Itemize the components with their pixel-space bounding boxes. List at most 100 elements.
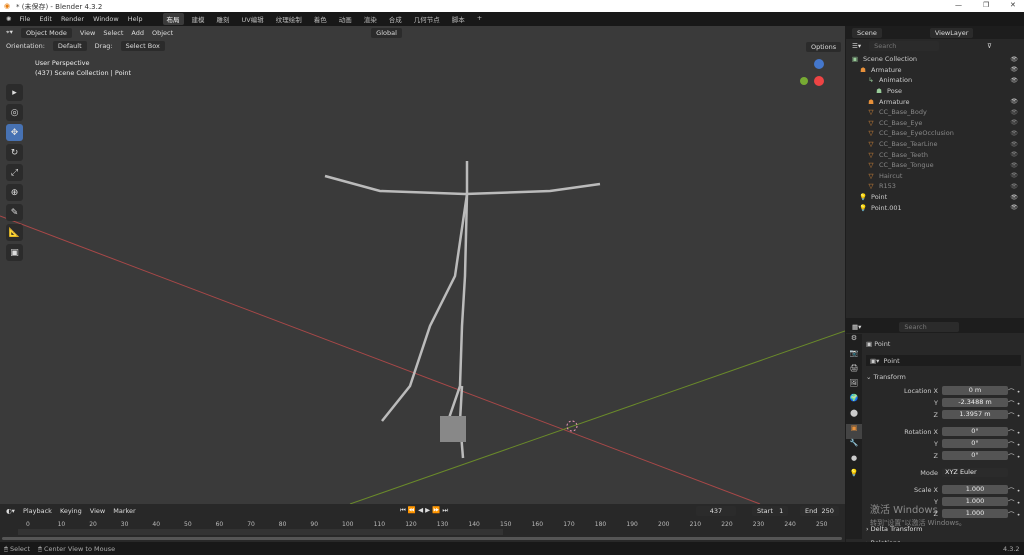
keyframe-lock-icon[interactable]: ⌒ • bbox=[1008, 427, 1020, 437]
outliner-item[interactable]: ▽ CC_Base_Eye 👁 bbox=[850, 118, 1020, 129]
visibility-eye-icon[interactable]: 👁 bbox=[1010, 66, 1018, 73]
outliner-item[interactable]: 💡 Point 👁 bbox=[850, 192, 1020, 203]
timeline-scrollbar[interactable] bbox=[2, 537, 842, 540]
transform-field-scale-y[interactable]: 1.000 bbox=[942, 497, 1008, 506]
transform-panel-header[interactable]: ⌄ Transform bbox=[866, 371, 1021, 382]
outliner-item[interactable]: ☗ Armature 👁 bbox=[850, 65, 1020, 76]
outliner-item[interactable]: ☗ Armature 👁 bbox=[850, 96, 1020, 107]
workspace-tab[interactable]: + bbox=[473, 13, 486, 25]
blender-menu-icon[interactable]: ✺ bbox=[6, 15, 11, 23]
start-frame-field[interactable]: Start 1 bbox=[752, 506, 789, 516]
playback-controls[interactable]: ⏮ ⏪ ◀ ▶ ⏩ ⏭ bbox=[400, 506, 448, 515]
timeline-editor-icon[interactable]: ◐▾ bbox=[6, 507, 15, 515]
transform-field-rotation-x[interactable]: 0° bbox=[942, 427, 1008, 436]
object-name-field[interactable]: ▣▾ Point bbox=[866, 355, 1021, 366]
visibility-eye-icon[interactable]: 👁 bbox=[1010, 183, 1018, 190]
workspace-tab[interactable]: 动画 bbox=[335, 13, 356, 25]
rotate-tool-icon[interactable]: ↻ bbox=[6, 144, 23, 161]
properties-tab-icon[interactable]: 📷 bbox=[846, 349, 862, 364]
outliner-item[interactable]: ▣ Scene Collection 👁 bbox=[850, 54, 1020, 65]
outliner-item[interactable]: ▽ Haircut 👁 bbox=[850, 171, 1020, 182]
outliner-item[interactable]: ▽ CC_Base_Body 👁 bbox=[850, 107, 1020, 118]
properties-tab-icon[interactable]: ⚙ bbox=[846, 334, 862, 349]
keyframe-lock-icon[interactable]: ⌒ • bbox=[1008, 509, 1020, 519]
workspace-tab[interactable]: 雕刻 bbox=[213, 13, 234, 25]
annotate-tool-icon[interactable]: ✎ bbox=[6, 204, 23, 221]
end-frame-field[interactable]: End 250 bbox=[800, 506, 839, 516]
properties-tab-icon[interactable]: 🖨 bbox=[846, 364, 862, 379]
workspace-tab[interactable]: 脚本 bbox=[448, 13, 469, 25]
outliner-search[interactable]: Search bbox=[869, 40, 940, 51]
outliner-item[interactable]: ▽ CC_Base_EyeOcclusion 👁 bbox=[850, 128, 1020, 139]
keyframe-lock-icon[interactable]: ⌒ • bbox=[1008, 497, 1020, 507]
visibility-eye-icon[interactable]: 👁 bbox=[1010, 98, 1018, 105]
scene-select[interactable]: Scene bbox=[852, 27, 882, 38]
visibility-eye-icon[interactable]: 👁 bbox=[1010, 151, 1018, 158]
workspace-tab[interactable]: 布局 bbox=[162, 13, 184, 25]
visibility-eye-icon[interactable]: 👁 bbox=[1010, 141, 1018, 148]
properties-tab-icon[interactable]: 💡 bbox=[846, 469, 862, 484]
transform-field-location-z[interactable]: 1.3957 m bbox=[942, 410, 1008, 419]
transform-field-scale-x[interactable]: 1.000 bbox=[942, 485, 1008, 494]
workspace-tab[interactable]: 建模 bbox=[188, 13, 209, 25]
measure-tool-icon[interactable]: 📐 bbox=[6, 224, 23, 241]
keyframe-lock-icon[interactable]: ⌒ • bbox=[1008, 451, 1020, 461]
visibility-eye-icon[interactable]: 👁 bbox=[1010, 204, 1018, 211]
outliner-item[interactable]: ▽ CC_Base_TearLine 👁 bbox=[850, 139, 1020, 150]
properties-tab-icon[interactable]: ▣ bbox=[846, 424, 862, 439]
timeline-menu-keying[interactable]: Keying bbox=[60, 507, 82, 515]
transform-field-location-x[interactable]: 0 m bbox=[942, 386, 1008, 395]
workspace-tab[interactable]: 纹理绘制 bbox=[272, 13, 306, 25]
select-tool-icon[interactable]: ▸ bbox=[6, 84, 23, 101]
workspace-tab[interactable]: UV编辑 bbox=[238, 13, 268, 25]
visibility-eye-icon[interactable]: 👁 bbox=[1010, 194, 1018, 201]
scale-tool-icon[interactable]: ⤢ bbox=[6, 164, 23, 181]
transform-field-scale-z[interactable]: 1.000 bbox=[942, 509, 1008, 518]
transform-field-rotation-z[interactable]: 0° bbox=[942, 451, 1008, 460]
display-mode-icon[interactable]: ☰▾ bbox=[852, 42, 861, 50]
outliner-item[interactable]: ▽ CC_Base_Teeth 👁 bbox=[850, 149, 1020, 160]
editor-type-icon[interactable]: ▦▾ bbox=[852, 323, 861, 331]
workspace-tab[interactable]: 合成 bbox=[385, 13, 406, 25]
keyframe-lock-icon[interactable]: ⌒ • bbox=[1008, 398, 1020, 408]
3d-viewport[interactable]: ⌖▾ Object Mode View Select Add Object Globa… bbox=[0, 26, 845, 504]
timeline-menu-view[interactable]: View bbox=[90, 507, 105, 515]
transform-field-rotation-y[interactable]: 0° bbox=[942, 439, 1008, 448]
timeline-menu-playback[interactable]: Playback bbox=[23, 507, 52, 515]
minimize-button[interactable]: — bbox=[955, 1, 962, 9]
keyframe-lock-icon[interactable]: ⌒ • bbox=[1008, 410, 1020, 420]
timeline-menu-marker[interactable]: Marker bbox=[113, 507, 135, 515]
workspace-tab[interactable]: 渲染 bbox=[360, 13, 381, 25]
transform-tool-icon[interactable]: ⊕ bbox=[6, 184, 23, 201]
properties-search[interactable]: Search bbox=[899, 321, 960, 332]
outliner-item[interactable]: 💡 Point.001 👁 bbox=[850, 202, 1020, 213]
visibility-eye-icon[interactable]: 👁 bbox=[1010, 162, 1018, 169]
workspace-tab[interactable]: 着色 bbox=[310, 13, 331, 25]
view-layer-select[interactable]: ViewLayer bbox=[929, 27, 974, 38]
properties-tab-icon[interactable]: ● bbox=[846, 454, 862, 469]
properties-tab-icon[interactable]: 🖼 bbox=[846, 379, 862, 394]
menu-edit[interactable]: Edit bbox=[39, 15, 52, 23]
close-button[interactable]: ✕ bbox=[1010, 1, 1016, 9]
keyframe-lock-icon[interactable]: ⌒ • bbox=[1008, 485, 1020, 495]
properties-tab-icon[interactable]: 🔧 bbox=[846, 439, 862, 454]
outliner-item[interactable]: ▽ CC_Base_Tongue 👁 bbox=[850, 160, 1020, 171]
keyframe-lock-icon[interactable]: ⌒ • bbox=[1008, 439, 1020, 449]
rotation-mode-select[interactable]: XYZ Euler bbox=[942, 468, 1008, 477]
visibility-eye-icon[interactable]: 👁 bbox=[1010, 56, 1018, 63]
visibility-eye-icon[interactable]: 👁 bbox=[1010, 130, 1018, 137]
properties-tab-icon[interactable]: ⬤ bbox=[846, 409, 862, 424]
current-frame-field[interactable]: 437 bbox=[696, 506, 736, 516]
outliner-item[interactable]: ▽ R153 👁 bbox=[850, 181, 1020, 192]
menu-help[interactable]: Help bbox=[128, 15, 143, 23]
visibility-eye-icon[interactable]: 👁 bbox=[1010, 119, 1018, 126]
menu-render[interactable]: Render bbox=[61, 15, 84, 23]
visibility-eye-icon[interactable]: 👁 bbox=[1010, 77, 1018, 84]
outliner-item[interactable]: ↳ Animation 👁 bbox=[850, 75, 1020, 86]
workspace-tab[interactable]: 几何节点 bbox=[410, 13, 444, 25]
move-tool-icon[interactable]: ✥ bbox=[6, 124, 23, 141]
cursor-tool-icon[interactable]: ◎ bbox=[6, 104, 23, 121]
add-cube-tool-icon[interactable]: ▣ bbox=[6, 244, 23, 261]
maximize-button[interactable]: ❐ bbox=[983, 1, 989, 9]
transform-field-location-y[interactable]: -2.3488 m bbox=[942, 398, 1008, 407]
